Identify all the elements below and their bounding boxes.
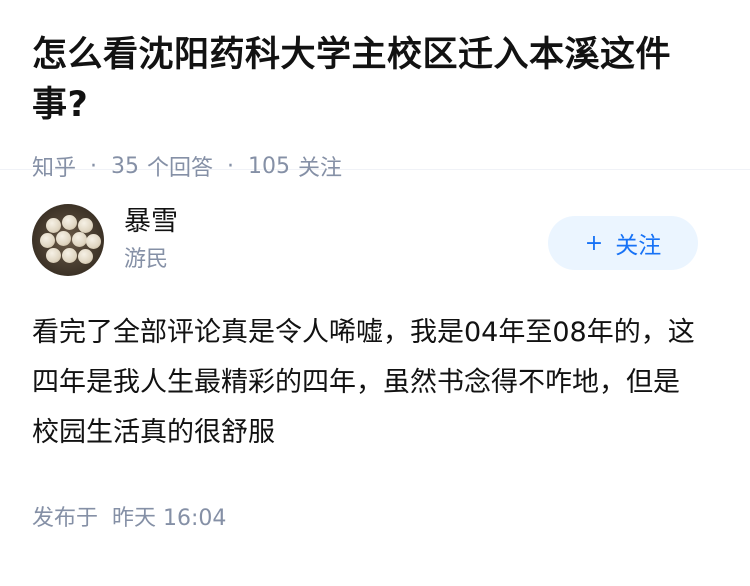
avatar-detail	[78, 249, 93, 264]
avatar-detail	[72, 232, 87, 247]
avatar-detail	[78, 218, 93, 233]
author-badge: 游民	[124, 247, 169, 272]
avatar-detail	[62, 215, 77, 230]
follow-button-label: 关注	[615, 233, 662, 259]
plus-icon: +	[584, 230, 604, 256]
avatar-detail	[56, 231, 71, 246]
question-header: 怎么看沈阳药科大学主校区迁入本溪这件事? 知乎 · 35 个回答 · 105 关…	[0, 0, 750, 181]
avatar-detail	[62, 248, 77, 263]
answer-card: 暴雪 游民 + 关注 看完了全部评论真是令人唏嘘，我是04年至08年的，这四年是…	[0, 170, 750, 532]
author-name[interactable]: 暴雪	[124, 204, 178, 240]
author-info: 暴雪 游民	[124, 204, 178, 276]
follow-button[interactable]: + 关注	[548, 216, 698, 270]
answer-content[interactable]: 看完了全部评论真是令人唏嘘，我是04年至08年的，这四年是我人生最精彩的四年，虽…	[32, 308, 704, 458]
avatar[interactable]	[32, 204, 104, 276]
published-label: 发布于	[32, 506, 99, 531]
avatar-detail	[46, 248, 61, 263]
answer-time: 发布于 昨天 16:04	[32, 500, 718, 532]
avatar-detail	[40, 233, 55, 248]
question-title[interactable]: 怎么看沈阳药科大学主校区迁入本溪这件事?	[32, 30, 722, 130]
avatar-detail	[86, 234, 101, 249]
avatar-detail	[46, 218, 61, 233]
published-time: 昨天 16:04	[112, 506, 227, 531]
